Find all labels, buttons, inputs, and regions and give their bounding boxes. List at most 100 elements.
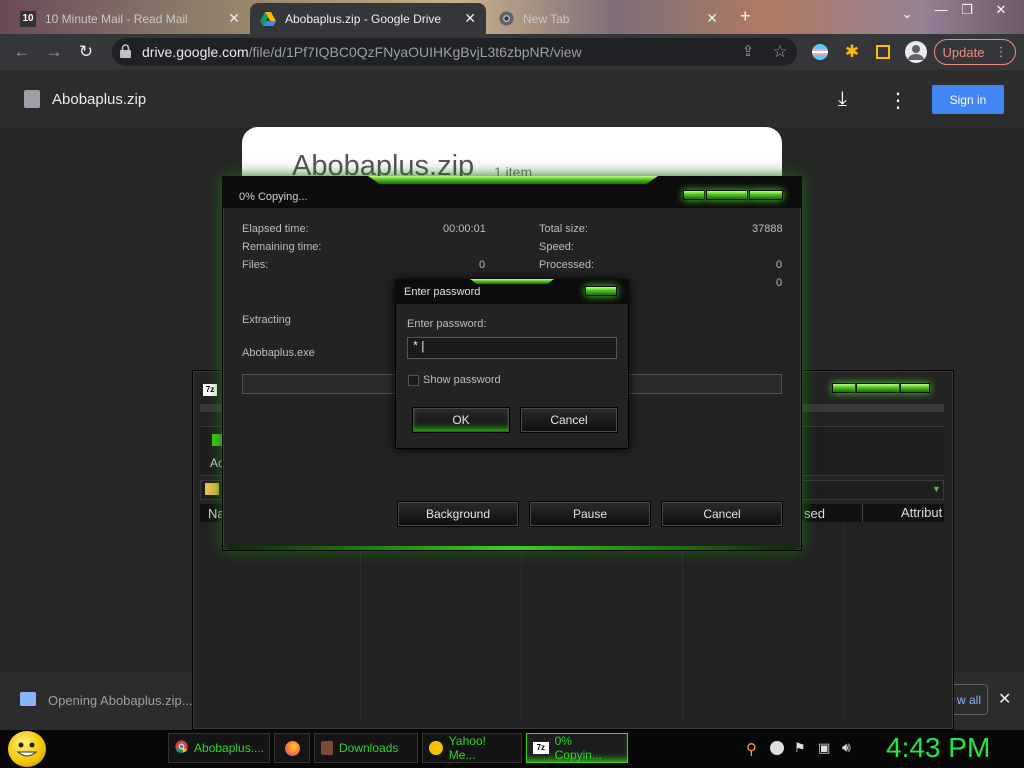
copy-maximize-button[interactable] — [706, 190, 748, 200]
download-status: Opening Abobaplus.zip... — [48, 693, 193, 708]
action-label: Extracting — [242, 314, 291, 326]
volume-icon[interactable]: 🔊︎ — [842, 739, 851, 756]
tray-status-icon[interactable] — [770, 741, 784, 755]
7zip-icon: 7z — [533, 742, 549, 754]
cancel-copy-button[interactable]: Cancel — [662, 502, 782, 526]
extensions-icon[interactable]: ✱ — [842, 42, 862, 62]
taskbar-label: Downloads — [339, 741, 399, 755]
search-icon[interactable]: ⚲ — [746, 740, 757, 758]
files-value: 0 — [479, 259, 486, 271]
tab-label: New Tab — [523, 11, 570, 26]
folder-icon — [205, 483, 219, 495]
url-text[interactable]: drive.google.com/file/d/1Pf7IQBC0QzFNyaO… — [142, 44, 582, 60]
close-window-icon[interactable]: ✕ — [990, 2, 1012, 20]
ten-minute-mail-icon: 10 — [20, 10, 36, 27]
network-icon[interactable]: ▣ — [818, 740, 830, 756]
new-tab-icon[interactable]: + — [740, 6, 751, 27]
tab-search-icon[interactable]: ⌄ — [896, 6, 918, 24]
taskbar-item-downloads[interactable]: Downloads — [314, 733, 418, 763]
fm-close-button[interactable] — [900, 383, 930, 393]
password-title-glow — [470, 279, 554, 284]
fm-file-list[interactable] — [200, 522, 944, 722]
speed-label: Speed: — [539, 241, 574, 253]
update-button[interactable]: Update ⋮ — [934, 39, 1016, 65]
taskbar-item-firefox[interactable] — [274, 733, 310, 763]
tab-google-drive[interactable]: Abobaplus.zip - Google Drive ✕ — [250, 3, 486, 34]
taskbar-item-7zip[interactable]: 7z 0% Copyin... — [526, 733, 628, 763]
profile-flag-icon[interactable] — [812, 44, 828, 60]
password-ok-button[interactable]: OK — [413, 408, 509, 432]
password-cancel-button[interactable]: Cancel — [521, 408, 617, 432]
title-glow-bar — [368, 176, 658, 184]
bookmark-star-icon[interactable]: ☆ — [770, 42, 790, 62]
url-domain: drive.google.com — [142, 44, 249, 60]
chrome-icon — [175, 740, 188, 756]
taskbar-label: Abobaplus.... — [194, 741, 265, 755]
zip-file-icon — [24, 90, 40, 108]
elapsed-label: Elapsed time: — [242, 223, 309, 235]
close-tab-icon[interactable]: ✕ — [706, 10, 718, 27]
start-button[interactable] — [8, 731, 46, 767]
side-panel-icon[interactable] — [876, 45, 890, 59]
password-close-button[interactable] — [585, 286, 617, 296]
sevenzip-logo-icon: 7z — [203, 384, 217, 396]
viewer-header — [0, 70, 1024, 128]
copy-minimize-button[interactable] — [683, 190, 705, 200]
action-center-flag-icon[interactable]: ⚑ — [794, 740, 806, 756]
share-icon[interactable]: ⇪ — [738, 42, 758, 62]
tab-new-tab[interactable]: New Tab ✕ — [488, 3, 728, 34]
firefox-icon — [284, 740, 300, 756]
packed-value: 0 — [776, 277, 783, 289]
column-attributes[interactable]: Attribut — [862, 504, 944, 522]
copy-dialog-title: 0% Copying... — [239, 191, 308, 203]
download-icon[interactable]: ⤓ — [838, 88, 847, 111]
chrome-icon — [498, 11, 514, 27]
forward-icon[interactable]: → — [44, 42, 64, 62]
current-file-label: Abobaplus.exe — [242, 347, 315, 359]
close-tab-icon[interactable]: ✕ — [464, 10, 476, 27]
column-accessed[interactable]: sed — [804, 506, 825, 521]
taskbar-item-yahoo[interactable]: Yahoo! Me... — [422, 733, 522, 763]
show-password-label: Show password — [423, 374, 501, 386]
folder-icon — [321, 741, 333, 755]
taskbar-item-chrome[interactable]: Abobaplus.... — [168, 733, 270, 763]
dropdown-arrow-icon[interactable]: ▼ — [932, 484, 941, 494]
add-icon[interactable] — [212, 434, 222, 446]
minimize-icon[interactable]: — — [930, 2, 952, 20]
tab-label: 10 Minute Mail - Read Mail — [45, 11, 188, 26]
remaining-label: Remaining time: — [242, 241, 322, 253]
pause-button[interactable]: Pause — [530, 502, 650, 526]
more-menu-icon: ⋮ — [994, 44, 1008, 59]
close-download-bar-icon[interactable]: ✕ — [998, 689, 1011, 709]
restore-icon[interactable]: ❐ — [956, 2, 978, 20]
total-size-value: 37888 — [752, 223, 783, 235]
drive-icon — [260, 11, 276, 27]
taskbar-label: 0% Copyin... — [554, 734, 602, 762]
background-button[interactable]: Background — [398, 502, 518, 526]
fm-minimize-button[interactable] — [832, 383, 856, 393]
processed-value: 0 — [776, 259, 783, 271]
sign-in-button[interactable]: Sign in — [932, 85, 1004, 114]
tab-10-minute-mail[interactable]: 10 10 Minute Mail - Read Mail ✕ — [10, 3, 250, 34]
password-field-label: Enter password: — [407, 318, 487, 330]
reload-icon[interactable]: ↻ — [76, 42, 96, 62]
tab-label: Abobaplus.zip - Google Drive — [285, 11, 442, 26]
more-options-icon[interactable]: ⋮ — [888, 88, 908, 113]
processed-label: Processed: — [539, 259, 595, 271]
lock-icon[interactable] — [120, 44, 132, 58]
taskbar-label: Yahoo! Me... — [448, 734, 486, 762]
viewer-file-name: Abobaplus.zip — [52, 91, 147, 108]
elapsed-value: 00:00:01 — [443, 223, 486, 235]
back-icon[interactable]: ← — [12, 42, 32, 62]
avatar[interactable] — [905, 41, 927, 63]
clock[interactable]: 4:43 PM — [886, 732, 990, 764]
copy-close-button[interactable] — [749, 190, 783, 200]
close-tab-icon[interactable]: ✕ — [228, 10, 240, 27]
password-input[interactable]: *| — [407, 337, 617, 359]
show-password-checkbox[interactable] — [408, 375, 419, 386]
password-dialog-title: Enter password — [404, 286, 481, 298]
files-label: Files: — [242, 259, 269, 271]
dialog-bottom-glow — [228, 546, 796, 550]
total-size-label: Total size: — [539, 223, 588, 235]
fm-maximize-button[interactable] — [856, 383, 900, 393]
